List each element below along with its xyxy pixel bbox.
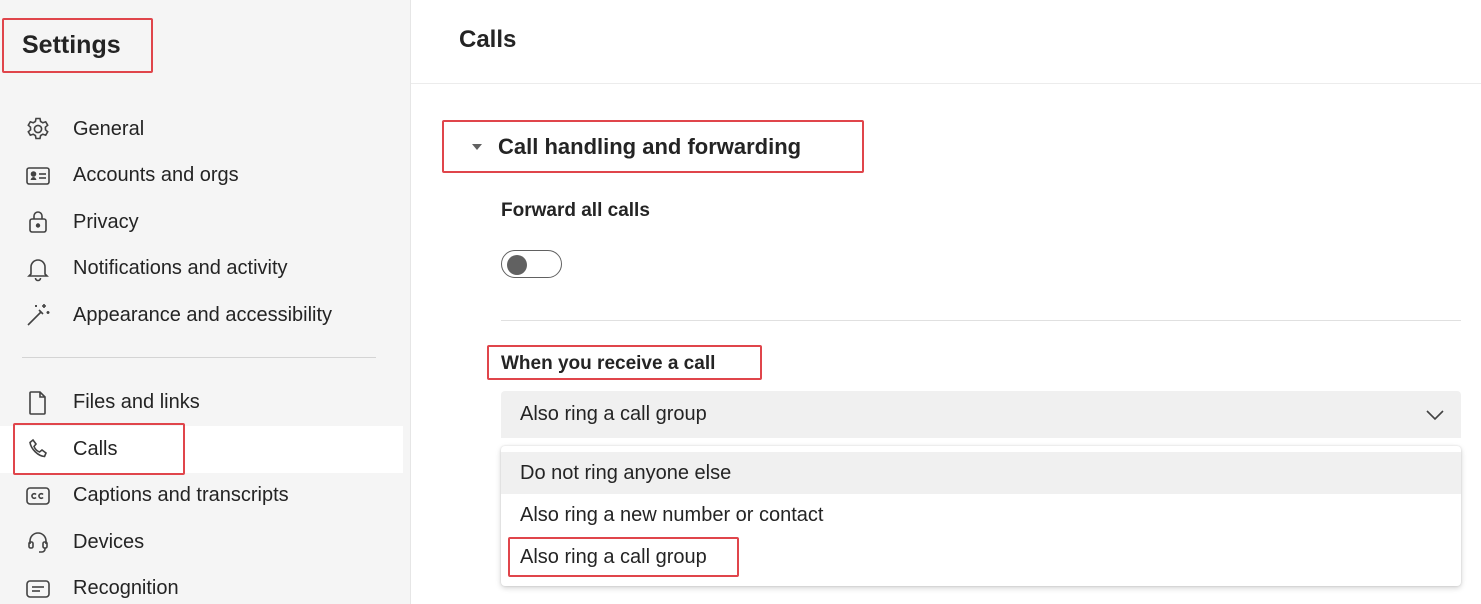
when-receive-call-label: When you receive a call xyxy=(487,345,762,380)
sidebar-item-label: Appearance and accessibility xyxy=(73,303,333,326)
dropdown-option[interactable]: Also ring a new number or contact xyxy=(501,494,1461,536)
forward-all-calls-toggle[interactable] xyxy=(501,250,562,278)
page-title: Calls xyxy=(459,26,517,53)
settings-sidebar: Settings General Accounts and orgs Priva… xyxy=(0,0,411,604)
sidebar-item-captions[interactable]: Captions and transcripts xyxy=(0,473,411,520)
settings-nav: General Accounts and orgs Privacy Notifi… xyxy=(0,106,411,604)
main-header: Calls xyxy=(411,0,1481,84)
sidebar-item-appearance[interactable]: Appearance and accessibility xyxy=(0,292,411,339)
sidebar-item-label: General xyxy=(73,117,145,140)
dropdown-option[interactable]: Also ring a call group xyxy=(501,536,1461,578)
sidebar-item-privacy[interactable]: Privacy xyxy=(0,199,411,246)
section-divider xyxy=(501,320,1461,321)
sidebar-item-label: Recognition xyxy=(73,577,179,600)
toggle-knob xyxy=(507,255,527,275)
settings-title: Settings xyxy=(2,18,153,73)
magic-wand-icon xyxy=(24,301,52,329)
call-handling-section-toggle[interactable]: Call handling and forwarding xyxy=(442,120,864,173)
sidebar-item-label: Accounts and orgs xyxy=(73,164,239,187)
gear-icon xyxy=(24,115,52,143)
sidebar-item-general[interactable]: General xyxy=(0,106,411,153)
dropdown-menu: Do not ring anyone else Also ring a new … xyxy=(501,446,1461,586)
caret-down-icon xyxy=(472,143,482,150)
recognition-icon xyxy=(24,575,52,603)
sidebar-item-devices[interactable]: Devices xyxy=(0,519,411,566)
nav-divider xyxy=(22,356,376,358)
sidebar-item-label: Captions and transcripts xyxy=(73,484,289,507)
receive-call-dropdown[interactable]: Also ring a call group xyxy=(501,391,1461,438)
sidebar-item-label: Privacy xyxy=(73,210,139,233)
sidebar-item-label: Files and links xyxy=(73,391,200,414)
sidebar-item-label: Devices xyxy=(73,530,145,553)
sidebar-item-notifications[interactable]: Notifications and activity xyxy=(0,246,411,293)
file-icon xyxy=(24,389,52,417)
sidebar-header: Settings xyxy=(0,0,410,84)
id-card-icon xyxy=(24,162,52,190)
dropdown-option[interactable]: Do not ring anyone else xyxy=(501,452,1461,494)
lock-icon xyxy=(24,208,52,236)
sidebar-item-accounts[interactable]: Accounts and orgs xyxy=(0,153,411,200)
sidebar-item-calls[interactable]: Calls xyxy=(0,426,403,473)
bell-icon xyxy=(24,255,52,283)
calls-settings-panel: Calls Call handling and forwarding Forwa… xyxy=(411,0,1481,604)
forward-all-calls-label: Forward all calls xyxy=(501,200,650,221)
dropdown-selected-value: Also ring a call group xyxy=(520,403,707,425)
cc-icon xyxy=(24,482,52,510)
nav-group: Files and links Calls Captions and trans… xyxy=(0,380,411,604)
headset-icon xyxy=(24,528,52,556)
sidebar-item-label: Calls xyxy=(73,437,118,460)
chevron-down-icon xyxy=(1425,405,1445,425)
sidebar-item-label: Notifications and activity xyxy=(73,257,288,280)
sidebar-item-files[interactable]: Files and links xyxy=(0,380,411,427)
sidebar-item-recognition[interactable]: Recognition xyxy=(0,566,411,604)
phone-icon xyxy=(24,435,52,463)
section-title: Call handling and forwarding xyxy=(498,133,802,159)
